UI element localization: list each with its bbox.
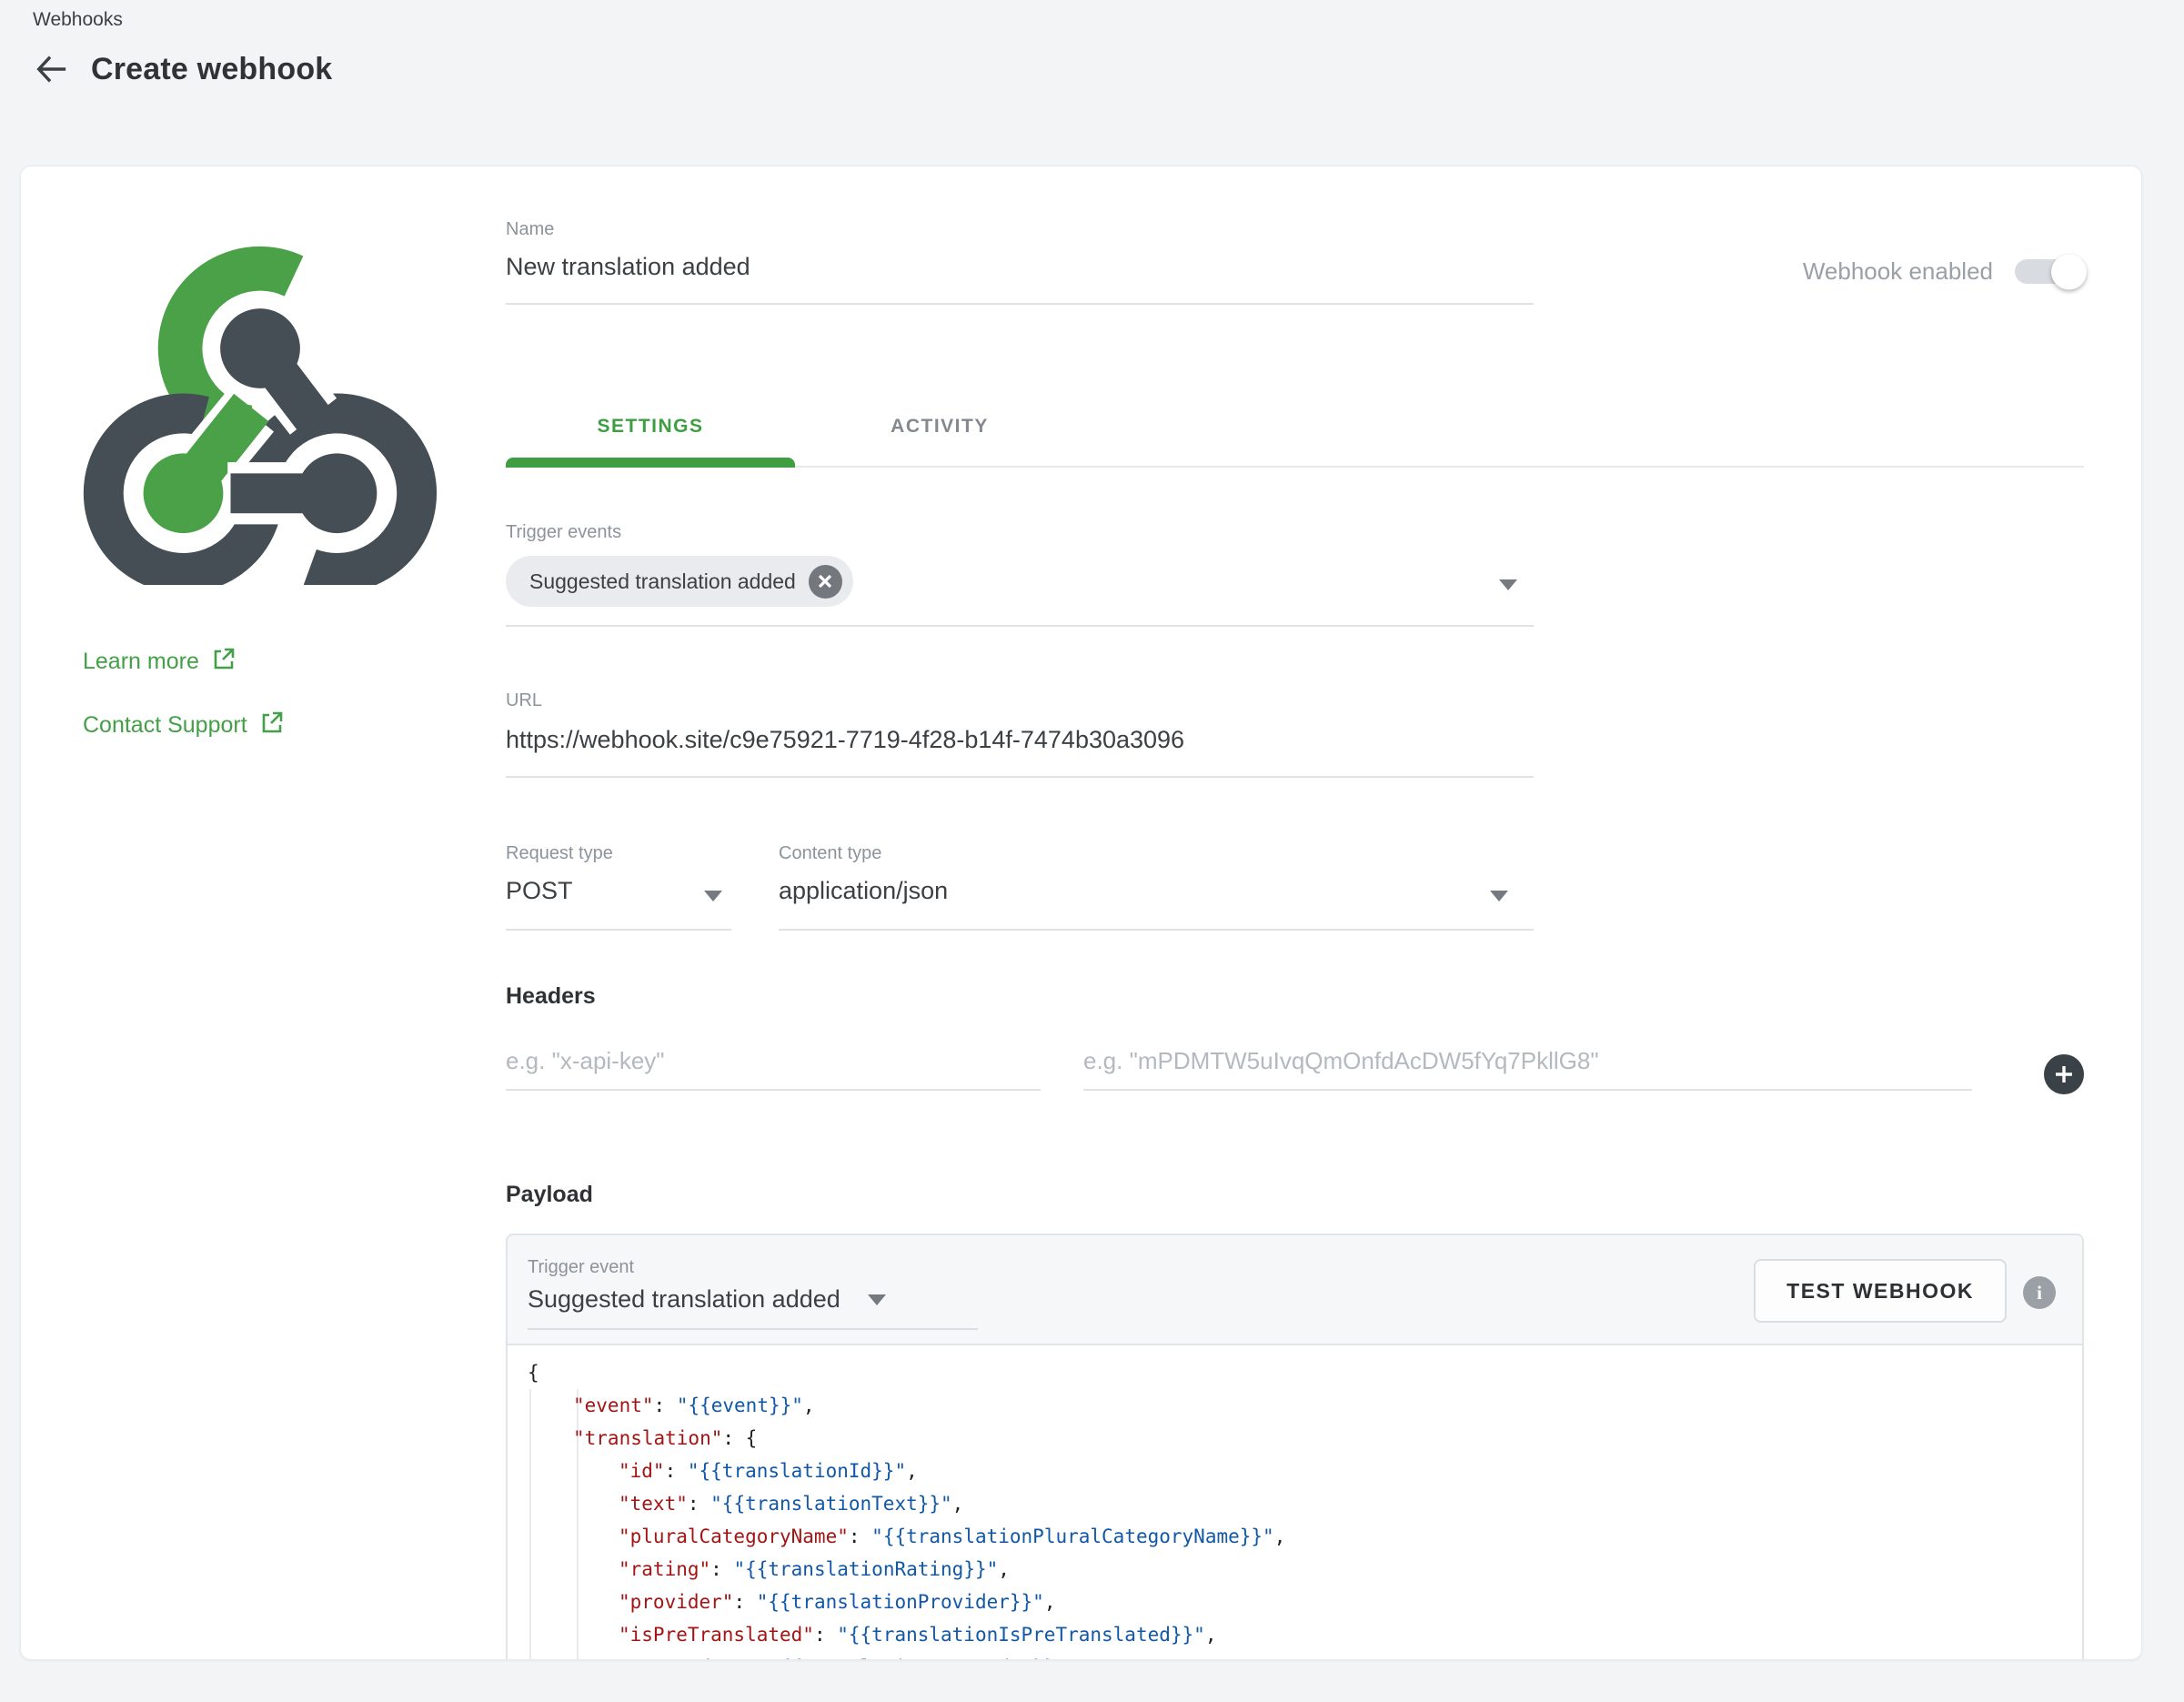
chip-label: Suggested translation added <box>529 569 796 594</box>
payload-heading: Payload <box>506 1182 593 1208</box>
payload-trigger-event-value: Suggested translation added <box>528 1285 840 1314</box>
payload-trigger-event-select[interactable]: Trigger event Suggested translation adde… <box>528 1257 978 1330</box>
form-column: Name New translation added Webhook enabl… <box>506 166 2084 1659</box>
code-line: "event": "{{event}}", <box>528 1389 2082 1422</box>
external-link-icon <box>260 710 284 740</box>
tab-active-indicator <box>506 458 795 468</box>
code-line: "createdAt": "{{translationCreatedAt}}", <box>528 1651 2082 1660</box>
contact-support-label: Contact Support <box>83 712 247 739</box>
info-icon[interactable]: i <box>2023 1276 2056 1309</box>
tab-settings-label: SETTINGS <box>597 416 703 438</box>
toggle-track[interactable] <box>2015 259 2084 284</box>
code-line: "text": "{{translationText}}", <box>528 1487 2082 1520</box>
learn-more-link[interactable]: Learn more <box>83 647 236 677</box>
payload-trigger-event-label: Trigger event <box>528 1257 978 1278</box>
header-row <box>506 1032 2084 1096</box>
tab-settings[interactable]: SETTINGS <box>506 388 795 466</box>
name-input[interactable]: New translation added <box>506 253 1534 305</box>
page-header: Create webhook <box>33 51 332 87</box>
request-type-value[interactable]: POST <box>506 877 731 931</box>
content-type-select[interactable]: Content type application/json <box>779 843 1534 931</box>
code-line: "isPreTranslated": "{{translationIsPreTr… <box>528 1618 2082 1651</box>
content-type-label: Content type <box>779 843 1534 864</box>
chevron-down-icon[interactable] <box>704 891 722 901</box>
toggle-thumb[interactable] <box>2051 254 2087 289</box>
name-label: Name <box>506 219 1534 240</box>
add-header-button[interactable] <box>2044 1054 2084 1094</box>
code-line: "pluralCategoryName": "{{translationPlur… <box>528 1520 2082 1553</box>
code-line: "id": "{{translationId}}", <box>528 1455 2082 1487</box>
request-type-select[interactable]: Request type POST <box>506 843 731 931</box>
back-arrow-icon[interactable] <box>33 51 69 87</box>
webhook-card: Learn more Contact Support Name New tran… <box>20 166 2142 1660</box>
trigger-events-select[interactable]: Trigger events Suggested translation add… <box>506 522 1534 627</box>
webhook-enabled-label: Webhook enabled <box>1803 257 1993 286</box>
url-label: URL <box>506 690 1534 711</box>
code-line: "translation": { <box>528 1422 2082 1455</box>
header-value-input[interactable] <box>1083 1032 1972 1091</box>
code-line: "provider": "{{translationProvider}}", <box>528 1586 2082 1618</box>
content-type-value[interactable]: application/json <box>779 877 1534 931</box>
webhook-enabled-toggle[interactable]: Webhook enabled <box>1803 257 2084 286</box>
tab-activity-label: ACTIVITY <box>891 416 989 438</box>
page-title: Create webhook <box>91 52 332 87</box>
header-key-input[interactable] <box>506 1032 1041 1091</box>
external-link-icon <box>212 647 236 677</box>
code-line: "rating": "{{translationRating}}", <box>528 1553 2082 1586</box>
contact-support-link[interactable]: Contact Support <box>83 710 284 740</box>
payload-panel-header: Trigger event Suggested translation adde… <box>508 1235 2082 1345</box>
chevron-down-icon[interactable] <box>1490 891 1508 901</box>
test-webhook-button[interactable]: TEST WEBHOOK <box>1754 1259 2007 1323</box>
url-input[interactable]: https://webhook.site/c9e75921-7719-4f28-… <box>506 726 1534 778</box>
webhook-logo <box>83 230 438 585</box>
trigger-event-chip[interactable]: Suggested translation added <box>506 556 853 607</box>
tab-activity[interactable]: ACTIVITY <box>795 388 1084 466</box>
url-field[interactable]: URL https://webhook.site/c9e75921-7719-4… <box>506 690 1534 778</box>
trigger-events-label: Trigger events <box>506 522 1534 543</box>
learn-more-label: Learn more <box>83 649 199 675</box>
payload-code[interactable]: {"event": "{{event}}","translation": {"i… <box>508 1345 2082 1660</box>
request-type-label: Request type <box>506 843 731 864</box>
tab-bar: SETTINGS ACTIVITY <box>506 388 2084 468</box>
chevron-down-icon[interactable] <box>1499 579 1517 590</box>
headers-heading: Headers <box>506 983 596 1010</box>
name-field[interactable]: Name New translation added <box>506 219 1534 305</box>
breadcrumb[interactable]: Webhooks <box>33 9 123 31</box>
trigger-events-value[interactable]: Suggested translation added <box>506 556 1534 627</box>
code-line: { <box>528 1356 2082 1389</box>
chevron-down-icon[interactable] <box>868 1294 886 1305</box>
chip-remove-icon[interactable] <box>809 565 842 599</box>
payload-panel: Trigger event Suggested translation adde… <box>506 1234 2084 1660</box>
